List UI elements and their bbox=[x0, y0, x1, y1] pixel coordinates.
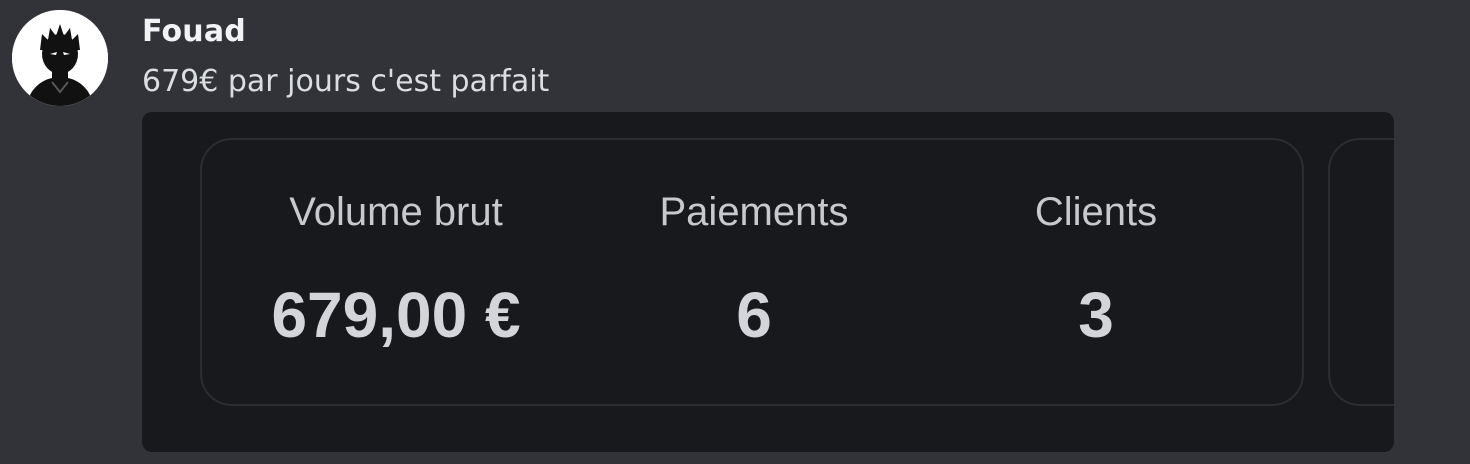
message-content: 679€ par jours c'est parfait bbox=[142, 64, 550, 99]
image-attachment[interactable]: Volume brut 679,00 € Paiements 6 Clients… bbox=[142, 112, 1394, 452]
stat-label: Paiements bbox=[659, 190, 849, 234]
next-card-partial bbox=[1328, 138, 1394, 406]
stat-label: Clients bbox=[1034, 190, 1158, 234]
message-author[interactable]: Fouad bbox=[142, 14, 246, 49]
stat-label: Volume brut bbox=[289, 190, 503, 234]
user-avatar[interactable] bbox=[12, 10, 108, 106]
stat-value: 6 bbox=[736, 279, 772, 351]
stat-value: 679,00 € bbox=[271, 279, 521, 351]
anime-character-avatar-icon bbox=[12, 10, 108, 106]
chat-message: Fouad 679€ par jours c'est parfait Volum… bbox=[0, 0, 1470, 464]
stat-value: 3 bbox=[1078, 279, 1114, 351]
stats-card: Volume brut 679,00 € Paiements 6 Clients… bbox=[200, 138, 1304, 406]
